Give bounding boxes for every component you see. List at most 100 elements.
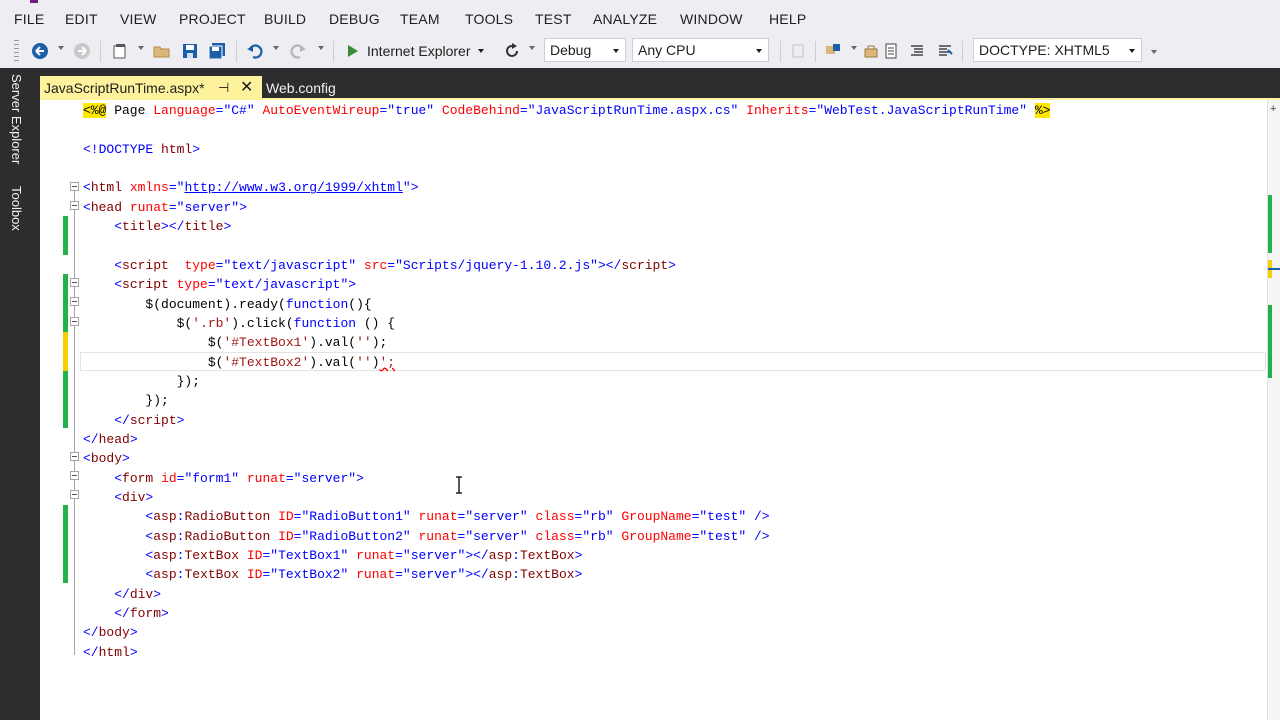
code-line[interactable]: <!DOCTYPE html> <box>83 140 200 159</box>
code-line[interactable]: </div> <box>83 585 161 604</box>
code-token: }); <box>83 393 169 409</box>
collapse-toggle[interactable] <box>70 182 79 191</box>
vs-logo-icon <box>30 0 38 3</box>
collapse-toggle[interactable] <box>70 471 79 480</box>
back-icon[interactable] <box>30 41 50 61</box>
find-icon[interactable] <box>823 41 843 61</box>
code-line[interactable]: </form> <box>83 604 169 623</box>
run-target-caret[interactable] <box>477 49 484 53</box>
code-line[interactable]: <form id="form1" runat="server"> <box>83 469 364 488</box>
collapse-toggle[interactable] <box>70 278 79 287</box>
code-line[interactable]: </html> <box>83 643 138 662</box>
code-line[interactable]: <asp:TextBox ID="TextBox2" runat="server… <box>83 565 582 584</box>
code-line[interactable]: <title></title> <box>83 217 231 236</box>
collapse-toggle[interactable] <box>70 201 79 210</box>
close-icon[interactable]: ✕ <box>240 77 253 97</box>
code-token: </ <box>83 625 99 641</box>
save-icon[interactable] <box>180 41 200 61</box>
undo-icon[interactable] <box>245 41 265 61</box>
code-token: < <box>83 277 123 293</box>
save-all-icon[interactable] <box>207 41 227 61</box>
format-icon[interactable] <box>907 41 927 61</box>
toolbar-grip[interactable] <box>14 40 19 62</box>
platform-dropdown[interactable]: Any CPU <box>632 38 769 62</box>
open-file-icon[interactable] <box>152 41 172 61</box>
collapse-toggle[interactable] <box>70 452 79 461</box>
menu-bar: FILE EDIT VIEW PROJECT BUILD DEBUG TEAM TOOLS TE… <box>0 0 1280 38</box>
collapse-toggle[interactable] <box>70 490 79 499</box>
code-line[interactable]: }); <box>83 391 169 410</box>
code-line[interactable]: $('.rb').click(function () { <box>83 314 395 333</box>
menu-help[interactable]: HELP <box>769 11 806 27</box>
menu-analyze[interactable]: ANALYZE <box>593 11 657 27</box>
redo-dropdown-caret[interactable] <box>318 46 324 50</box>
server-explorer-tab[interactable]: Server Explorer <box>9 74 24 164</box>
vertical-scrollbar[interactable]: + <box>1267 100 1280 720</box>
menu-tools[interactable]: TOOLS <box>465 11 513 27</box>
collapse-toggle[interactable] <box>70 317 79 326</box>
code-line[interactable]: <script type="text/javascript" src="Scri… <box>83 256 676 275</box>
configuration-dropdown[interactable]: Debug <box>544 38 626 62</box>
code-line[interactable]: </head> <box>83 430 138 449</box>
document-icon[interactable] <box>881 41 901 61</box>
text-cursor-icon <box>456 476 462 494</box>
tab-web-config[interactable]: Web.config <box>266 80 336 96</box>
find-dropdown-caret[interactable] <box>851 46 857 50</box>
menu-project[interactable]: PROJECT <box>179 11 246 27</box>
pin-icon[interactable]: ⊣ <box>218 80 229 96</box>
menu-file[interactable]: FILE <box>14 11 44 27</box>
forward-icon[interactable] <box>72 41 92 61</box>
code-line[interactable]: <div> <box>83 488 153 507</box>
code-token: </ <box>83 412 130 428</box>
code-line[interactable]: </script> <box>83 411 184 430</box>
menu-build[interactable]: BUILD <box>264 11 306 27</box>
menu-team[interactable]: TEAM <box>400 11 440 27</box>
code-token: title <box>184 219 224 235</box>
toolbar-separator <box>236 41 237 62</box>
menu-test[interactable]: TEST <box>535 11 572 27</box>
scroll-change-marker <box>1268 195 1272 253</box>
menu-debug[interactable]: DEBUG <box>329 11 380 27</box>
new-project-icon[interactable] <box>110 41 130 61</box>
toolbox-tab[interactable]: Toolbox <box>9 186 24 231</box>
code-token: ID <box>278 509 294 525</box>
code-token: ="text/javascript" <box>215 257 364 273</box>
toolbox-icon[interactable] <box>861 41 881 61</box>
toolbar-overflow-caret[interactable] <box>1151 50 1157 54</box>
back-dropdown-caret[interactable] <box>58 46 64 50</box>
menu-edit[interactable]: EDIT <box>65 11 98 27</box>
split-icon[interactable]: + <box>1270 104 1276 115</box>
code-line[interactable]: $('#TextBox2').val('')'; <box>83 353 395 372</box>
code-token: runat <box>356 548 396 564</box>
code-line[interactable]: </body> <box>83 623 138 642</box>
attach-icon[interactable] <box>788 41 808 61</box>
menu-view[interactable]: VIEW <box>120 11 157 27</box>
code-token: > <box>153 586 162 602</box>
new-dropdown-caret[interactable] <box>138 46 144 50</box>
code-line[interactable]: <%@ Page Language="C#" AutoEventWireup="… <box>83 101 1051 120</box>
menu-window[interactable]: WINDOW <box>680 11 743 27</box>
code-token: : <box>512 548 520 564</box>
redo-icon[interactable] <box>288 41 308 61</box>
doctype-dropdown[interactable]: DOCTYPE: XHTML5 <box>973 38 1142 62</box>
code-line[interactable]: <asp:RadioButton ID="RadioButton2" runat… <box>83 527 769 546</box>
code-line[interactable]: $('#TextBox1').val(''); <box>83 333 387 352</box>
code-line[interactable]: <script type="text/javascript"> <box>83 275 356 294</box>
collapse-toggle[interactable] <box>70 297 79 306</box>
refresh-icon[interactable] <box>502 41 522 61</box>
code-line[interactable]: }); <box>83 372 200 391</box>
start-debugging-button[interactable]: Internet Explorer <box>347 40 484 62</box>
code-token: ="TextBox1" <box>262 548 357 564</box>
code-line[interactable]: $(document).ready(function(){ <box>83 295 371 314</box>
code-token: < <box>83 490 123 505</box>
configuration-value: Debug <box>550 42 592 58</box>
refresh-dropdown-caret[interactable] <box>529 46 535 50</box>
code-line[interactable]: <asp:RadioButton ID="RadioButton1" runat… <box>83 507 769 526</box>
undo-dropdown-caret[interactable] <box>273 46 279 50</box>
code-line[interactable]: <body> <box>83 449 130 468</box>
comment-icon[interactable] <box>935 41 955 61</box>
code-token: form <box>122 470 162 486</box>
code-line[interactable]: <html xmlns="http://www.w3.org/1999/xhtm… <box>83 178 419 197</box>
code-line[interactable]: <asp:TextBox ID="TextBox1" runat="server… <box>83 546 582 565</box>
code-line[interactable]: <head runat="server"> <box>83 198 247 217</box>
